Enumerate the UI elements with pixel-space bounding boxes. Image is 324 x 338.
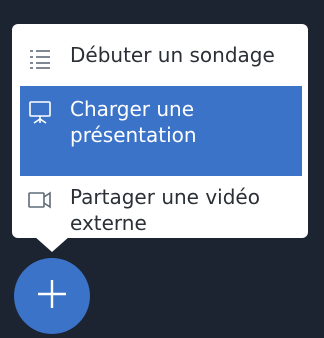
video-camera-icon <box>28 188 52 212</box>
actions-menu: Débuter un sondage Charger une présentat… <box>12 24 308 238</box>
menu-pointer <box>34 236 70 252</box>
presentation-icon <box>28 100 52 124</box>
menu-item-label: Charger une présentation <box>70 97 197 147</box>
menu-item-label: Partager une vidéo externe <box>70 185 260 235</box>
menu-item-upload-presentation[interactable]: Charger une présentation <box>20 86 302 176</box>
menu-item-label: Débuter un sondage <box>70 43 275 67</box>
plus-icon <box>35 277 69 315</box>
menu-item-share-external-video[interactable]: Partager une vidéo externe <box>20 184 302 244</box>
list-icon <box>28 46 52 70</box>
menu-item-start-poll[interactable]: Débuter un sondage <box>20 42 302 82</box>
actions-button[interactable] <box>14 258 90 334</box>
